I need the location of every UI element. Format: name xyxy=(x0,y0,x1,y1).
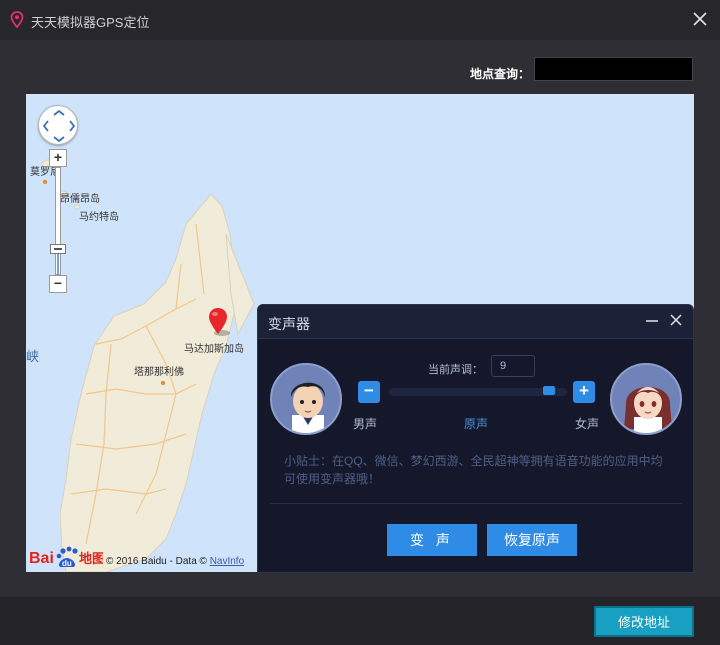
restore-voice-button[interactable]: 恢复原声 xyxy=(487,524,577,556)
location-pin-icon xyxy=(10,11,24,29)
location-marker-icon[interactable] xyxy=(207,307,231,337)
male-voice-label: 男声 xyxy=(353,417,378,431)
map-copyright: © 2016 Baidu - Data © NavInfo xyxy=(106,556,245,567)
pitch-decrease-button[interactable]: − xyxy=(358,381,380,403)
map-pan-control[interactable] xyxy=(38,105,78,145)
map-label-strait: 峡 xyxy=(26,349,40,364)
voice-changer-header: 变声器 xyxy=(258,305,693,339)
close-icon[interactable] xyxy=(692,11,708,27)
zoom-slider-fill xyxy=(57,254,59,274)
svg-text:du: du xyxy=(62,559,72,568)
pitch-slider-track[interactable] xyxy=(389,388,567,396)
map-label-madagascar: 马达加斯加岛 xyxy=(184,344,244,355)
pitch-label: 当前声调： xyxy=(428,364,483,376)
svg-text:Bai: Bai xyxy=(29,550,54,567)
zoom-in-button[interactable]: + xyxy=(49,149,67,167)
original-voice-label: 原声 xyxy=(464,417,489,431)
female-voice-label: 女声 xyxy=(575,417,600,431)
close-icon[interactable] xyxy=(669,312,683,328)
male-avatar xyxy=(270,363,342,435)
change-voice-button[interactable]: 变 声 xyxy=(387,524,477,556)
search-input[interactable] xyxy=(534,57,693,81)
navinfo-link[interactable]: NavInfo xyxy=(210,556,244,567)
search-label: 地点查询： xyxy=(469,67,530,81)
zoom-slider-track[interactable] xyxy=(55,167,61,275)
minimize-icon[interactable] xyxy=(645,313,659,329)
title-bar: 天天模拟器GPS定位 xyxy=(0,0,720,40)
pan-arrows-icon xyxy=(42,109,76,143)
baidu-logo: Bai du 地图 xyxy=(29,546,105,568)
divider xyxy=(270,503,682,504)
gps-window: 天天模拟器GPS定位 地点查询： 莫罗尼 昂儒昂岛 马约特岛 马达加斯加岛 塔那… xyxy=(0,0,720,645)
pitch-input[interactable] xyxy=(491,355,535,377)
map-label-comoros: 昂儒昂岛 xyxy=(60,194,100,205)
pitch-increase-button[interactable]: + xyxy=(573,381,595,403)
voice-changer-panel: 变声器 当前声调： 9 − + 男声 原声 女声 小贴士：在QQ、微信、梦幻西游… xyxy=(257,304,694,573)
zoom-out-button[interactable]: − xyxy=(49,275,67,293)
window-title: 天天模拟器GPS定位 xyxy=(31,15,150,30)
voice-changer-title: 变声器 xyxy=(268,316,310,332)
female-avatar xyxy=(610,363,682,435)
map-label-mayotte: 马约特岛 xyxy=(79,212,119,223)
modify-address-button[interactable]: 修改地址 xyxy=(594,606,694,637)
pitch-slider-handle[interactable] xyxy=(543,386,555,395)
tip-text: 小贴士：在QQ、微信、梦幻西游、全民超神等拥有语音功能的应用中均可使用变声器哦！ xyxy=(284,454,663,486)
svg-text:地图: 地图 xyxy=(79,551,103,567)
map-label-antananarivo: 塔那那利佛 xyxy=(134,367,184,378)
zoom-slider-handle[interactable] xyxy=(50,244,66,254)
